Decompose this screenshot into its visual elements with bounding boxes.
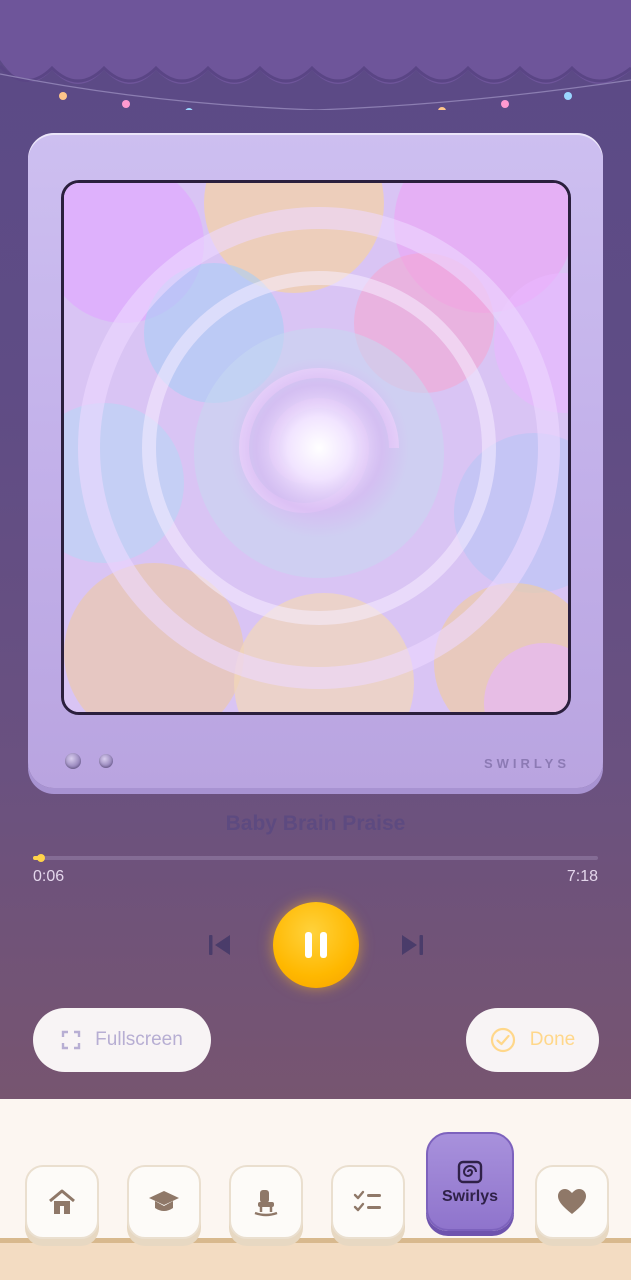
- skip-next-icon: [402, 935, 423, 955]
- done-button[interactable]: Done: [466, 1008, 599, 1072]
- next-button[interactable]: [392, 925, 432, 965]
- pause-icon: [305, 932, 327, 958]
- track-title: Baby Brain Praise: [225, 812, 406, 835]
- visualizer-screen[interactable]: [61, 180, 571, 715]
- heart-icon: [558, 1189, 586, 1214]
- nav-swirlys[interactable]: Swirlys: [426, 1132, 514, 1231]
- fullscreen-button[interactable]: Fullscreen: [33, 1008, 211, 1072]
- nav-favorites[interactable]: [535, 1165, 609, 1239]
- fullscreen-icon: [61, 1030, 81, 1050]
- progress-handle[interactable]: [37, 854, 45, 862]
- pause-button[interactable]: [273, 902, 359, 988]
- curtain-decoration: [0, 0, 631, 110]
- tv-brand-label: SWIRLYS: [483, 756, 570, 771]
- duration-time: 7:18: [566, 868, 598, 885]
- nav-shelf-base: [0, 1243, 631, 1280]
- swirl-visual: [64, 183, 568, 712]
- checklist-icon: [353, 1190, 381, 1212]
- swirl-icon: [457, 1160, 483, 1183]
- skip-previous-icon: [209, 935, 230, 955]
- home-icon: [49, 1189, 75, 1214]
- check-circle-icon: [490, 1027, 515, 1053]
- fullscreen-label: Fullscreen: [95, 1029, 183, 1050]
- progress-bar[interactable]: [33, 854, 598, 862]
- elapsed-time: 0:06: [33, 868, 65, 885]
- graduation-cap-icon: [149, 1191, 179, 1211]
- string-lights: [59, 92, 572, 110]
- nav-swirlys-label: Swirlys: [441, 1187, 499, 1205]
- tv-knob-right: [99, 754, 113, 768]
- nav-home[interactable]: [25, 1165, 99, 1239]
- nav-nursery[interactable]: [229, 1165, 303, 1239]
- nav-learn[interactable]: [127, 1165, 201, 1239]
- nav-tasks[interactable]: [331, 1165, 405, 1239]
- previous-button[interactable]: [200, 925, 240, 965]
- rocking-chair-icon: [254, 1190, 278, 1217]
- tv-knob-left: [65, 753, 81, 769]
- done-label: Done: [529, 1029, 576, 1050]
